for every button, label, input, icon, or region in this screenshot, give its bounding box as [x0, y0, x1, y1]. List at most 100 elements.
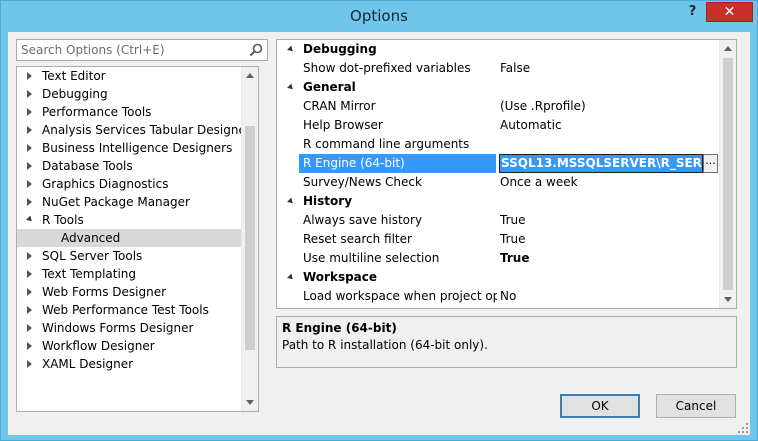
resize-grip-icon[interactable] [738, 423, 748, 433]
property-category[interactable]: General [277, 78, 718, 97]
search-box[interactable] [16, 39, 268, 61]
tree-item[interactable]: SQL Server Tools [17, 247, 241, 265]
expanded-arrow-icon[interactable] [287, 197, 295, 206]
property-grid-scrollbar[interactable] [719, 40, 736, 308]
grid-scroll-down-button[interactable] [720, 291, 736, 308]
grid-scroll-thumb[interactable] [723, 58, 733, 290]
browse-button[interactable]: ... [703, 154, 718, 173]
tree-item[interactable]: Web Forms Designer [17, 283, 241, 301]
property-value[interactable]: True [500, 249, 716, 268]
property-name: Always save history [303, 213, 423, 227]
collapsed-arrow-icon[interactable] [27, 144, 32, 152]
collapsed-arrow-icon[interactable] [27, 72, 32, 80]
grid-scroll-up-button[interactable] [720, 40, 736, 57]
tree-item[interactable]: XAML Designer [17, 355, 241, 373]
tree-item[interactable]: Debugging [17, 85, 241, 103]
tree-item[interactable]: Windows Forms Designer [17, 319, 241, 337]
property-name: Reset search filter [303, 232, 412, 246]
tree-item[interactable]: Advanced [17, 229, 241, 247]
property-value[interactable]: Automatic [500, 116, 716, 135]
tree-item-label: SQL Server Tools [42, 249, 143, 263]
collapsed-arrow-icon[interactable] [27, 288, 32, 296]
expanded-arrow-icon[interactable] [287, 45, 295, 54]
property-name: R command line arguments [303, 137, 470, 151]
tree-item[interactable]: Graphics Diagnostics [17, 175, 241, 193]
collapsed-arrow-icon[interactable] [27, 270, 32, 278]
collapsed-arrow-icon[interactable] [27, 90, 32, 98]
tree-item[interactable]: R Tools [17, 211, 241, 229]
property-row[interactable]: R Engine (64-bit) SSQL13.MSSQLSERVER\R_SE… [277, 154, 731, 173]
property-category[interactable]: History [277, 192, 718, 211]
property-row[interactable]: CRAN Mirror (Use .Rprofile) [277, 97, 718, 116]
property-value[interactable]: Once a week [500, 173, 716, 192]
tree-item-label: Text Editor [42, 69, 106, 83]
scroll-thumb[interactable] [245, 126, 255, 350]
property-row[interactable]: Survey/News Check Once a week [277, 173, 718, 192]
property-row[interactable]: Use multiline selection True [277, 249, 718, 268]
property-name: Help Browser [303, 118, 383, 132]
tree-item[interactable]: Web Performance Test Tools [17, 301, 241, 319]
scroll-down-button[interactable] [242, 394, 258, 411]
tree-item[interactable]: Business Intelligence Designers [17, 139, 241, 157]
tree-item-label: Database Tools [42, 159, 133, 173]
property-name: Survey/News Check [303, 175, 422, 189]
property-grid[interactable]: Debugging Show dot-prefixed variables Fals… [276, 39, 737, 309]
property-value[interactable]: False [500, 59, 716, 78]
property-row[interactable]: Always save history True [277, 211, 718, 230]
tree-item[interactable]: NuGet Package Manager [17, 193, 241, 211]
collapsed-arrow-icon[interactable] [27, 126, 32, 134]
property-value[interactable]: True [500, 230, 716, 249]
property-row[interactable]: Load workspace when project opensNo [277, 287, 718, 306]
tree-item[interactable]: Text Templating [17, 265, 241, 283]
property-row[interactable]: R command line arguments [277, 135, 718, 154]
expanded-arrow-icon[interactable] [26, 215, 34, 224]
property-value[interactable]: (Use .Rprofile) [500, 97, 716, 116]
property-category[interactable]: Workspace [277, 268, 718, 287]
ok-button[interactable]: OK [560, 394, 640, 418]
window-title: Options [350, 7, 408, 25]
property-rows: Debugging Show dot-prefixed variables Fals… [277, 40, 731, 306]
property-name: R Engine (64-bit) [299, 154, 496, 173]
collapsed-arrow-icon[interactable] [27, 360, 32, 368]
collapsed-arrow-icon[interactable] [27, 180, 32, 188]
dialog-client-area: Text Editor Debugging Performance Tools Ana… [8, 32, 750, 435]
expanded-arrow-icon[interactable] [287, 273, 295, 282]
scroll-up-button[interactable] [242, 67, 258, 84]
tree-item[interactable]: Analysis Services Tabular Designers [17, 121, 257, 139]
collapsed-arrow-icon[interactable] [27, 342, 32, 350]
category-label: Debugging [303, 42, 377, 56]
search-icon[interactable] [249, 43, 263, 57]
property-category[interactable]: Debugging [277, 40, 718, 59]
tree-scrollbar[interactable] [241, 67, 258, 411]
cancel-button[interactable]: Cancel [656, 394, 736, 418]
options-tree[interactable]: Text Editor Debugging Performance Tools Ana… [16, 66, 259, 412]
property-row[interactable]: Show dot-prefixed variables False [277, 59, 718, 78]
property-row[interactable]: Help Browser Automatic [277, 116, 718, 135]
search-input[interactable] [17, 40, 237, 60]
collapsed-arrow-icon[interactable] [27, 306, 32, 314]
tree-item[interactable]: Database Tools [17, 157, 241, 175]
collapsed-arrow-icon[interactable] [27, 162, 32, 170]
chevron-down-icon [724, 297, 732, 302]
options-dialog: Options ? ✕ Text Editor Debugging Performa… [0, 0, 758, 441]
collapsed-arrow-icon[interactable] [27, 198, 32, 206]
collapsed-arrow-icon[interactable] [27, 252, 32, 260]
close-button[interactable]: ✕ [706, 2, 753, 22]
property-name: Show dot-prefixed variables [303, 61, 471, 75]
tree-item-label: Text Templating [42, 267, 137, 281]
collapsed-arrow-icon[interactable] [27, 324, 32, 332]
tree-item[interactable]: Workflow Designer [17, 337, 241, 355]
tree-item[interactable]: Performance Tools [17, 103, 241, 121]
description-title: R Engine (64-bit) [282, 321, 397, 335]
tree-item-label: Debugging [42, 87, 108, 101]
property-value[interactable]: SSQL13.MSSQLSERVER\R_SERVICES\ [499, 154, 703, 173]
tree-item[interactable]: Text Editor [17, 67, 241, 85]
title-bar[interactable]: Options ? ✕ [1, 1, 757, 32]
expanded-arrow-icon[interactable] [287, 83, 295, 92]
property-row[interactable]: Reset search filter True [277, 230, 718, 249]
collapsed-arrow-icon[interactable] [27, 108, 32, 116]
property-value[interactable]: No [500, 287, 716, 306]
property-value[interactable]: True [500, 211, 716, 230]
tree-item-label: Workflow Designer [42, 339, 155, 353]
help-button[interactable]: ? [679, 2, 706, 22]
